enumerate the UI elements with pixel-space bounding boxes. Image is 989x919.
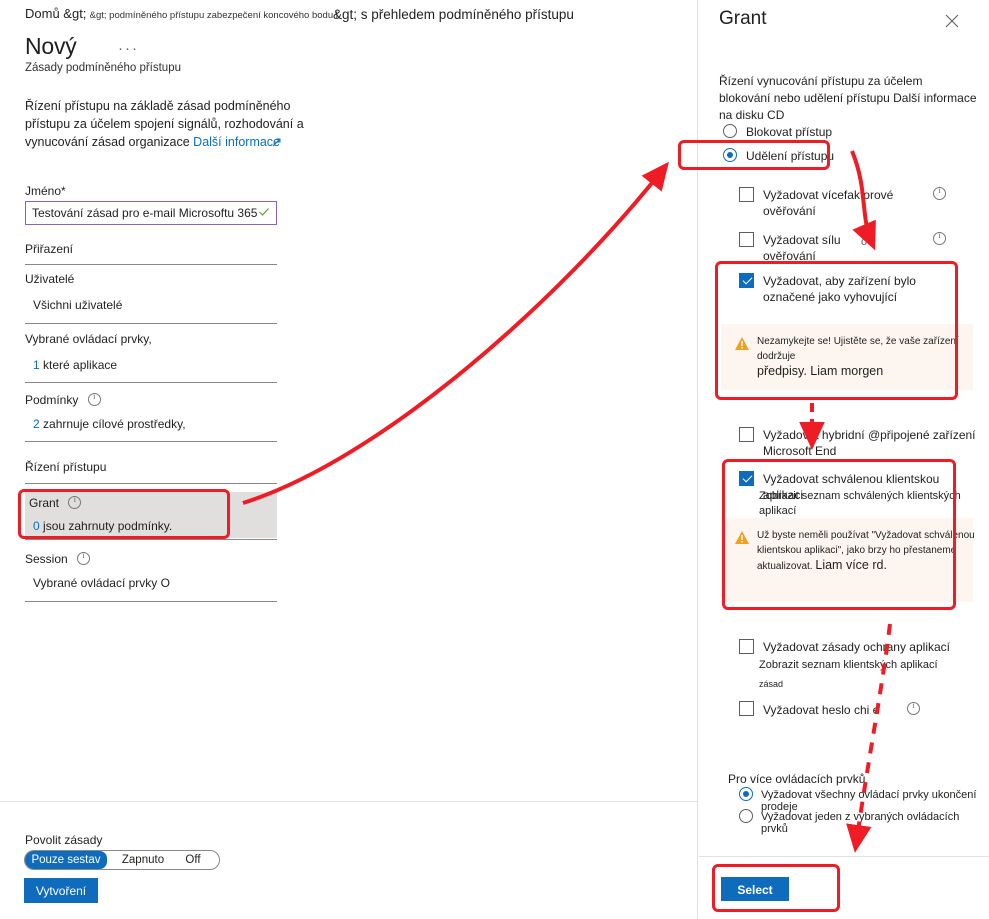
grant-value[interactable]: 0 jsou zahrnuty podmínky. [33,519,172,533]
footer-divider [0,801,698,802]
conditions-label-text: Podmínky [25,393,79,407]
divider [25,483,277,484]
checkbox-require-mfa-label: Vyžadovat vícefaktorové ověřování [763,188,894,218]
external-link-icon [272,134,281,147]
enable-policy-label: Povolit zásady [25,833,103,847]
target-resources-text: které aplikace [43,358,118,372]
radio-grant-access-label: Udělení přístupu [746,149,835,163]
warning-text-small: Nezamykejte se! Ujistěte se, že vaše zař… [757,336,959,362]
session-label: Session [25,550,91,566]
checkbox-require-mfa[interactable] [739,187,754,202]
grant-text: jsou zahrnuty podmínky. [43,519,173,533]
enable-policy-toggle[interactable]: Pouze sestav Zapnuto Off [24,850,220,870]
toggle-off[interactable]: Off [173,851,213,869]
conditions-label: Podmínky [25,391,101,407]
info-icon[interactable] [933,231,946,245]
checkbox-require-compliant-device[interactable] [739,273,754,288]
warning-compliant-device: Nezamykejte se! Ujistěte se, že vaše zař… [721,324,973,390]
app-protection-list-link[interactable]: Zobrazit seznam klientských aplikací [759,658,989,673]
select-button[interactable]: Select [721,877,789,901]
warning-icon [735,337,749,350]
warning-text-big: předpisy. Liam morgen [757,364,884,378]
radio-require-all-controls-label: Vyžadovat všechny ovládací prvky ukončen… [761,789,977,813]
divider [25,264,277,265]
warning-approved-client-app: Už byste neměli používat "Vyžadovat schv… [721,518,975,602]
auth-strength-extra: o [861,236,868,248]
grant-panel: Grant Řízení vynucování přístupu za účel… [699,0,989,919]
session-label-text: Session [25,552,68,566]
radio-require-all-controls[interactable] [739,787,753,801]
users-field-label: Uživatelé [25,272,74,286]
radio-require-one-control[interactable] [739,809,753,823]
divider [25,539,277,540]
page-subtitle: Zásady podmíněného přístupu [25,62,181,74]
target-resources-count: 1 [33,358,40,372]
middle-caption: &gt; s přehledem podmíněného přístupu [333,7,574,22]
grant-count: 0 [33,519,40,533]
assignments-heading: Přiřazení [25,242,74,256]
users-label-text: Uživatelé [25,272,75,286]
name-field-label: Jméno* [25,184,66,198]
warning-icon [735,531,749,544]
create-button[interactable]: Vytvoření [24,878,98,903]
checkbox-require-auth-strength[interactable] [739,232,754,247]
info-icon[interactable] [933,186,946,200]
toggle-on[interactable]: Zapnuto [113,851,173,869]
divider [25,601,277,602]
radio-block-access[interactable] [723,124,737,138]
valid-check-icon [258,206,270,218]
checkbox-require-hybrid-joined-device[interactable] [739,427,754,442]
checkbox-require-compliant-device-label: Vyžadovat, aby zařízení bylo označené ja… [763,274,916,304]
close-icon[interactable] [943,12,961,30]
checkbox-require-approved-client-app[interactable] [739,471,754,486]
more-options-icon[interactable]: ··· [118,40,139,57]
checkbox-require-password-change-label: Vyžadovat heslo chi e [763,703,880,717]
target-resources-value[interactable]: 1 které aplikace [33,358,117,372]
divider [25,323,277,324]
multiple-controls-label: Pro více ovládacích prvků [728,772,866,786]
intro-text: Řízení přístupu na základě zásad podmíně… [25,97,325,151]
divider [25,441,277,442]
conditions-value[interactable]: 2 zahrnuje cílové prostředky, [33,417,186,431]
checkbox-require-app-protection-policy[interactable] [739,639,754,654]
session-value[interactable]: Vybrané ovládací prvky O [33,576,170,590]
app-protection-list-link-2[interactable]: zásad [759,677,783,692]
divider [25,382,277,383]
radio-block-access-label: Blokovat přístup [746,125,833,139]
grant-label: Grant [29,494,82,510]
warning-text-big: Liam více rd. [815,558,887,572]
info-icon[interactable] [907,701,920,715]
info-icon[interactable] [68,495,82,509]
name-input[interactable]: Testování zásad pro e-mail Microsoftu 36… [25,201,277,225]
panel-description: Řízení vynucování přístupu za účelem blo… [719,74,977,122]
policy-create-blade: Domů &gt; &gt; podmíněného přístupu zabe… [0,0,698,919]
grant-label-text: Grant [29,496,60,510]
breadcrumb-trail[interactable]: &gt; podmíněného přístupu zabezpečení ko… [90,10,338,21]
info-icon[interactable] [77,551,91,565]
toggle-report-only[interactable]: Pouze sestav [25,851,107,869]
users-field-value[interactable]: Všichni uživatelé [33,298,122,312]
conditions-text: zahrnuje cílové prostředky, [43,417,186,431]
checkbox-require-app-protection-policy-label: Vyžadovat zásady ochrany aplikací [763,640,950,654]
page-title: Nový [25,33,77,59]
breadcrumb-home[interactable]: Domů &gt; [25,6,86,21]
panel-title: Grant [719,8,767,29]
name-input-value: Testování zásad pro e-mail Microsoftu 36… [32,206,258,220]
warning-approved-client-app-text: Už byste neměli používat "Vyžadovat schv… [757,528,977,574]
panel-footer-divider [699,856,989,857]
radio-require-one-control-label: Vyžadovat jeden z vybraných ovládacích p… [761,811,960,835]
checkbox-require-password-change[interactable] [739,701,754,716]
approved-client-app-list-link[interactable]: Zobrazit seznam schválených klientských … [759,489,989,519]
conditions-count: 2 [33,417,40,431]
learn-more-link[interactable]: Další informace [193,135,280,149]
warning-compliant-device-text: Nezamykejte se! Ujistěte se, že vaše zař… [757,334,973,380]
checkbox-require-auth-strength-label: Vyžadovat sílu ověřování [763,233,841,263]
target-resources-label: Vybrané ovládací prvky, [25,332,152,346]
radio-grant-access[interactable] [723,148,737,162]
checkbox-require-hybrid-joined-device-label: Vyžadovat hybridní @připojené zařízení M… [763,428,976,458]
access-controls-heading: Řízení přístupu [25,460,107,474]
info-icon[interactable] [87,392,101,406]
